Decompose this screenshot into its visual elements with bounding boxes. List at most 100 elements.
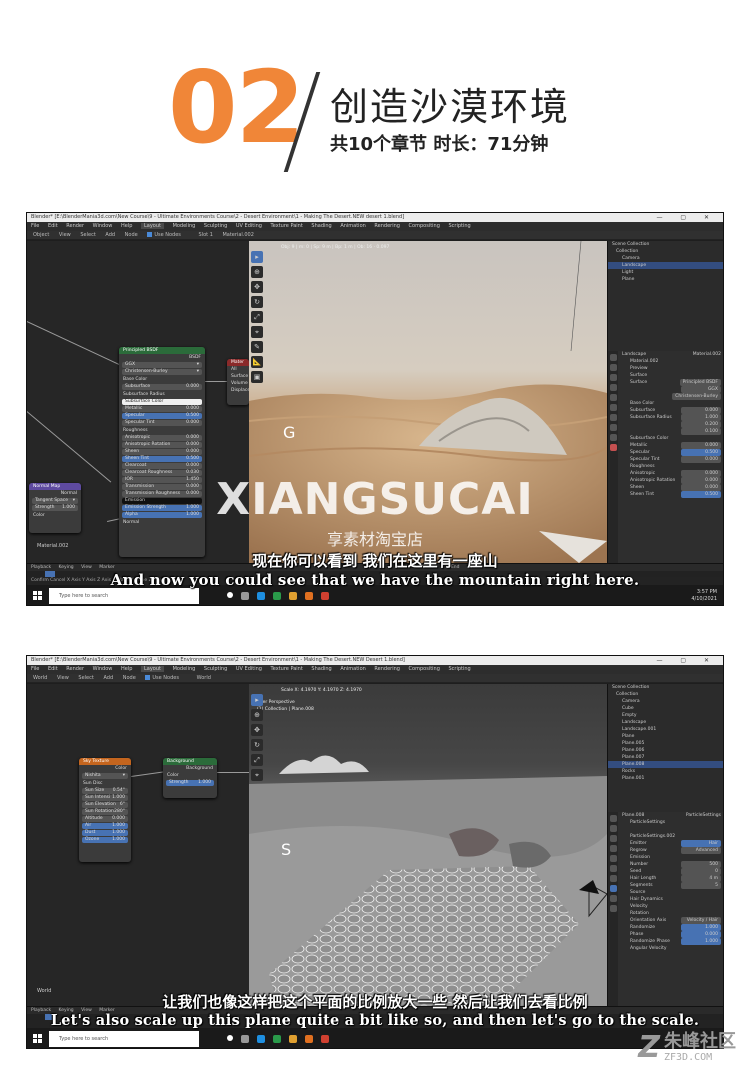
outliner-item[interactable]: Landscape xyxy=(608,262,723,269)
cortana-icon[interactable] xyxy=(227,592,233,598)
sky-texture-node[interactable]: Sky Texture Color Nishita ▾ Sun Disc Sun … xyxy=(79,758,131,862)
outliner-item[interactable]: Plane.007 xyxy=(608,754,723,761)
menu-render[interactable]: Render xyxy=(66,666,84,672)
outliner-item[interactable]: Scene Collection xyxy=(608,241,723,248)
tab-animation[interactable]: Animation xyxy=(340,223,366,229)
editor-mode-select[interactable]: World xyxy=(33,675,47,681)
3d-viewport[interactable]: Scale X: 4.1970 Y: 4.1970 Z: 4.1970 User… xyxy=(249,684,607,1008)
target-select[interactable]: All xyxy=(227,366,249,373)
property-row[interactable]: Randomize Phase 1.000 xyxy=(608,938,723,945)
menu-help[interactable]: Help xyxy=(121,223,132,229)
property-value[interactable]: 1.000 xyxy=(681,924,721,931)
physics-tab-icon[interactable] xyxy=(609,434,617,441)
world-tab-icon[interactable] xyxy=(609,855,617,862)
tab-modeling[interactable]: Modeling xyxy=(173,223,196,229)
property-row[interactable]: Segments 5 xyxy=(608,882,723,889)
outliner[interactable]: Scene Collection Collection Camera Landscap… xyxy=(607,241,723,351)
render-tab-icon[interactable] xyxy=(609,825,617,832)
node-input-row[interactable]: Metallic 0.000 xyxy=(122,406,202,412)
node-input-row[interactable]: Clearcoat 0.000 xyxy=(122,463,202,469)
outliner-item[interactable]: Camera xyxy=(608,698,723,705)
sky-type-select[interactable]: Nishita ▾ xyxy=(82,773,128,779)
tab-modeling[interactable]: Modeling xyxy=(173,666,196,672)
chrome-icon[interactable] xyxy=(273,1035,281,1043)
tab-shading[interactable]: Shading xyxy=(311,223,331,229)
tab-uv-editing[interactable]: UV Editing xyxy=(236,666,262,672)
property-value[interactable]: 1.000 xyxy=(681,414,721,421)
property-value[interactable]: Advanced xyxy=(681,847,721,854)
subsurface-method-select[interactable]: Christensen-Burley ▾ xyxy=(122,369,202,375)
object-tab-icon[interactable] xyxy=(609,865,617,872)
modifier-tab-icon[interactable] xyxy=(609,875,617,882)
node-input-row[interactable]: Sun Size 0.54° xyxy=(82,788,128,794)
menu-window[interactable]: Window xyxy=(93,666,113,672)
outliner-item[interactable]: Plane.008 xyxy=(608,761,723,768)
world-select[interactable]: World xyxy=(197,675,211,681)
property-value[interactable]: Christensen-Burley xyxy=(672,393,721,400)
windows-start-icon[interactable] xyxy=(33,591,42,600)
outliner-item[interactable]: Empty xyxy=(608,712,723,719)
tab-layout[interactable]: Layout xyxy=(140,223,164,229)
output-tab-icon[interactable] xyxy=(609,374,617,381)
property-row[interactable]: Christensen-Burley xyxy=(608,393,723,400)
outliner-item[interactable]: Plane.001 xyxy=(608,775,723,782)
property-row[interactable]: 0.100 xyxy=(608,428,723,435)
node-input-row[interactable]: Altitude 0.000 xyxy=(82,816,128,822)
menu-node[interactable]: Node xyxy=(125,232,138,238)
property-value[interactable]: 0.000 xyxy=(681,442,721,449)
object-tab-icon[interactable] xyxy=(609,404,617,411)
menu-file[interactable]: File xyxy=(31,666,39,672)
tab-compositing[interactable]: Compositing xyxy=(409,223,440,229)
node-input-row[interactable]: Specular Tint 0.000 xyxy=(122,420,202,426)
property-value[interactable]: 0.000 xyxy=(681,931,721,938)
task-view-icon[interactable] xyxy=(241,1035,249,1043)
property-value[interactable]: Velocity / Hair xyxy=(681,917,721,924)
property-row[interactable]: Number 500 xyxy=(608,861,723,868)
tool-tab-icon[interactable] xyxy=(609,815,617,822)
property-row[interactable]: Specular Tint 0.000 xyxy=(608,456,723,463)
outliner-item[interactable]: Rocks xyxy=(608,768,723,775)
node-input-row[interactable]: Sun Intensi 1.000 xyxy=(82,795,128,801)
edge-icon[interactable] xyxy=(257,1035,265,1043)
menu-view[interactable]: View xyxy=(57,675,69,681)
property-row[interactable]: Specular 0.500 xyxy=(608,449,723,456)
tab-sculpting[interactable]: Sculpting xyxy=(204,666,227,672)
scene-tab-icon[interactable] xyxy=(609,845,617,852)
editor-mode-select[interactable]: Object xyxy=(33,232,49,238)
property-row[interactable]: GGX xyxy=(608,386,723,393)
tab-scripting[interactable]: Scripting xyxy=(448,223,470,229)
render-tab-icon[interactable] xyxy=(609,364,617,371)
menu-select[interactable]: Select xyxy=(80,232,95,238)
menu-edit[interactable]: Edit xyxy=(48,666,58,672)
node-input-row[interactable]: Specular 0.500 xyxy=(122,413,202,419)
outliner-item[interactable]: Collection xyxy=(608,248,723,255)
taskbar-search-input[interactable]: Type here to search xyxy=(49,588,199,604)
modifier-tab-icon[interactable] xyxy=(609,414,617,421)
menu-window[interactable]: Window xyxy=(93,223,113,229)
node-input-row[interactable]: Ozone 1.000 xyxy=(82,837,128,843)
output-tab-icon[interactable] xyxy=(609,835,617,842)
outliner-item[interactable]: Camera xyxy=(608,255,723,262)
property-value[interactable]: 500 xyxy=(681,861,721,868)
edge-icon[interactable] xyxy=(257,592,265,600)
task-view-icon[interactable] xyxy=(241,592,249,600)
outliner-item[interactable]: Scene Collection xyxy=(608,684,723,691)
scene-tab-icon[interactable] xyxy=(609,384,617,391)
outliner[interactable]: Scene Collection Collection Camera Cube Empt… xyxy=(607,684,723,812)
node-editor[interactable]: Sky Texture Color Nishita ▾ Sun Disc Sun … xyxy=(27,684,249,1008)
node-input-row[interactable]: Anisotropic Rotation 0.000 xyxy=(122,442,202,448)
property-row[interactable]: Subsurface 0.000 xyxy=(608,407,723,414)
tab-texture-paint[interactable]: Texture Paint xyxy=(271,666,303,672)
tab-rendering[interactable]: Rendering xyxy=(374,666,400,672)
property-row[interactable]: 0.200 xyxy=(608,421,723,428)
strength-field[interactable]: Strength 1.000 xyxy=(166,780,214,786)
windows-start-icon[interactable] xyxy=(33,1034,42,1043)
tab-scripting[interactable]: Scripting xyxy=(448,666,470,672)
window-controls[interactable]: — ▢ ✕ xyxy=(656,656,717,665)
property-value[interactable]: 0.100 xyxy=(681,428,721,435)
property-row[interactable]: Subsurface Radius 1.000 xyxy=(608,414,723,421)
node-input-row[interactable]: Dust 1.000 xyxy=(82,830,128,836)
property-row[interactable]: Emitter Hair xyxy=(608,840,723,847)
physics-tab-icon[interactable] xyxy=(609,895,617,902)
node-input-row[interactable]: Subsurface 0.000 xyxy=(122,384,202,390)
